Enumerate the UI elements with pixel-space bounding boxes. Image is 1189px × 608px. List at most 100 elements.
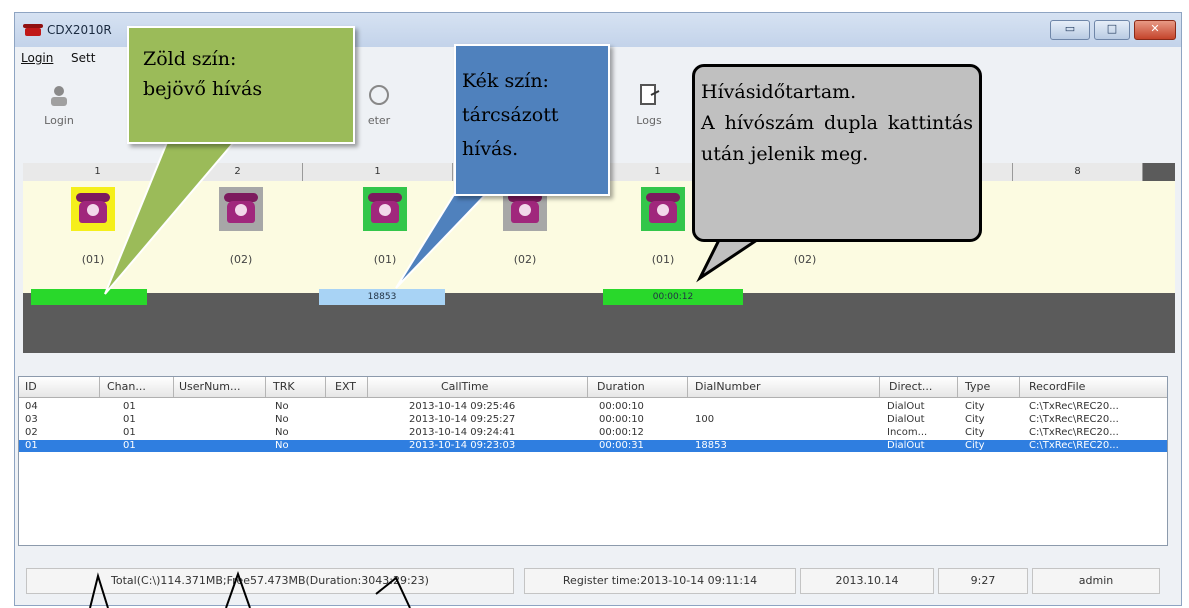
toolbar-login-button[interactable]: Login (29, 79, 89, 141)
table-row[interactable]: 04 01 No 2013-10-14 09:25:46 00:00:10 Di… (19, 401, 1167, 413)
cell-id: 02 (25, 427, 38, 438)
col-trk[interactable]: TRK (273, 380, 295, 393)
user-icon (51, 86, 67, 106)
table-row[interactable]: 02 01 No 2013-10-14 09:24:41 00:00:12 In… (19, 427, 1167, 439)
status-time: 9:27 (938, 568, 1028, 594)
cell-type: City (965, 427, 985, 438)
menu-settings[interactable]: Sett (71, 51, 95, 65)
extension-label: (02) (229, 253, 253, 266)
call-log-table: ID Chan... UserNum... TRK EXT CallTime D… (18, 376, 1168, 546)
channel-body: (01) (02) (01) (02) (01) (02) 18853 00:0… (23, 181, 1175, 305)
cell-type: City (965, 401, 985, 412)
cell-direction: DialOut (887, 440, 925, 451)
col-duration[interactable]: Duration (597, 380, 645, 393)
channel-status-bar (31, 289, 147, 305)
col-id[interactable]: ID (25, 380, 37, 393)
extension-label: (02) (793, 253, 817, 266)
channel-header-cell: 1 (303, 163, 453, 181)
callout-text: Hívásidőtartam. (701, 81, 857, 103)
cell-channel: 01 (123, 440, 136, 451)
channel-header-cell: 1 (23, 163, 173, 181)
cell-id: 01 (25, 440, 38, 451)
cell-dialnumber: 100 (695, 414, 715, 425)
maximize-icon: □ (1106, 22, 1118, 35)
cell-id: 03 (25, 414, 38, 425)
cell-recordfile: C:\TxRec\REC20... (1029, 427, 1119, 438)
menu-login[interactable]: Login (21, 51, 53, 65)
channel-header-cell: 2 (173, 163, 303, 181)
table-row[interactable]: 03 01 No 2013-10-14 09:25:27 00:00:10 10… (19, 414, 1167, 426)
col-channel[interactable]: Chan... (107, 380, 146, 393)
cell-duration: 00:00:31 (599, 440, 644, 451)
col-usernum[interactable]: UserNum... (179, 380, 240, 393)
cell-recordfile: C:\TxRec\REC20... (1029, 440, 1119, 451)
cell-duration: 00:00:10 (599, 414, 644, 425)
col-dialnumber[interactable]: DialNumber (695, 380, 761, 393)
col-direction[interactable]: Direct... (889, 380, 932, 393)
cell-recordfile: C:\TxRec\REC20... (1029, 401, 1119, 412)
col-type[interactable]: Type (965, 380, 990, 393)
phone-icon[interactable] (641, 187, 685, 231)
maximize-button[interactable]: □ (1094, 20, 1130, 40)
phone-icon[interactable] (71, 187, 115, 231)
cell-type: City (965, 414, 985, 425)
minimize-icon: ▭ (1064, 22, 1076, 35)
status-date: 2013.10.14 (800, 568, 934, 594)
cell-type: City (965, 440, 985, 451)
callout-text: Kék szín: (462, 70, 549, 92)
cell-direction: DialOut (887, 414, 925, 425)
phone-app-icon (23, 24, 43, 36)
callout-text: A hívószám dupla kattintás után jelenik … (701, 112, 973, 165)
col-ext[interactable]: EXT (335, 380, 356, 393)
cell-trk: No (275, 427, 289, 438)
cell-trk: No (275, 440, 289, 451)
table-header: ID Chan... UserNum... TRK EXT CallTime D… (19, 377, 1167, 398)
cell-duration: 00:00:12 (599, 427, 644, 438)
extension-label: (01) (373, 253, 397, 266)
channel-status-bar: 18853 (319, 289, 445, 305)
channel-header-cell: 8 (1013, 163, 1143, 181)
cell-id: 04 (25, 401, 38, 412)
callout-text: Zöld szín: (143, 48, 237, 70)
cell-channel: 01 (123, 414, 136, 425)
cell-direction: Incom... (887, 427, 928, 438)
cell-channel: 01 (123, 401, 136, 412)
phone-icon[interactable] (363, 187, 407, 231)
minimize-button[interactable]: ▭ (1050, 20, 1090, 40)
meter-icon (369, 85, 389, 105)
cell-calltime: 2013-10-14 09:24:41 (409, 427, 516, 438)
col-calltime[interactable]: CallTime (441, 380, 488, 393)
toolbar-login-label: Login (44, 114, 74, 127)
toolbar-logs-button[interactable]: Logs (619, 79, 679, 141)
close-button[interactable]: ✕ (1134, 20, 1176, 40)
toolbar-meter-button[interactable]: eter (349, 79, 409, 141)
cell-direction: DialOut (887, 401, 925, 412)
table-row-selected[interactable]: 01 01 No 2013-10-14 09:23:03 00:00:31 18… (19, 440, 1167, 452)
cell-recordfile: C:\TxRec\REC20... (1029, 414, 1119, 425)
toolbar-logs-label: Logs (636, 114, 662, 127)
callout-text: hívás. (462, 138, 519, 160)
callout-incoming: Zöld szín: bejövő hívás (127, 26, 355, 144)
cell-trk: No (275, 401, 289, 412)
window-title: CDX2010R (47, 23, 112, 37)
col-recordfile[interactable]: RecordFile (1029, 380, 1085, 393)
cell-trk: No (275, 414, 289, 425)
extension-label: (01) (81, 253, 105, 266)
extension-label: (01) (651, 253, 675, 266)
cell-duration: 00:00:10 (599, 401, 644, 412)
toolbar-meter-label: eter (367, 114, 391, 127)
extension-label: (02) (513, 253, 537, 266)
cell-calltime: 2013-10-14 09:23:03 (409, 440, 516, 451)
callout-dialed: Kék szín: tárcsázott hívás. (454, 44, 610, 196)
status-disk: Total(C:\)114.371MB;Free57.473MB(Duratio… (26, 568, 514, 594)
status-user: admin (1032, 568, 1160, 594)
phone-icon[interactable] (219, 187, 263, 231)
status-register-time: Register time:2013-10-14 09:11:14 (524, 568, 796, 594)
channel-status-bar: 00:00:12 (603, 289, 743, 305)
callout-duration: Hívásidőtartam. A hívószám dupla kattintá… (692, 64, 982, 242)
cell-calltime: 2013-10-14 09:25:46 (409, 401, 516, 412)
close-icon: ✕ (1150, 22, 1160, 35)
callout-text: bejövő hívás (143, 78, 263, 100)
cell-calltime: 2013-10-14 09:25:27 (409, 414, 516, 425)
cell-dialnumber: 18853 (695, 440, 727, 451)
